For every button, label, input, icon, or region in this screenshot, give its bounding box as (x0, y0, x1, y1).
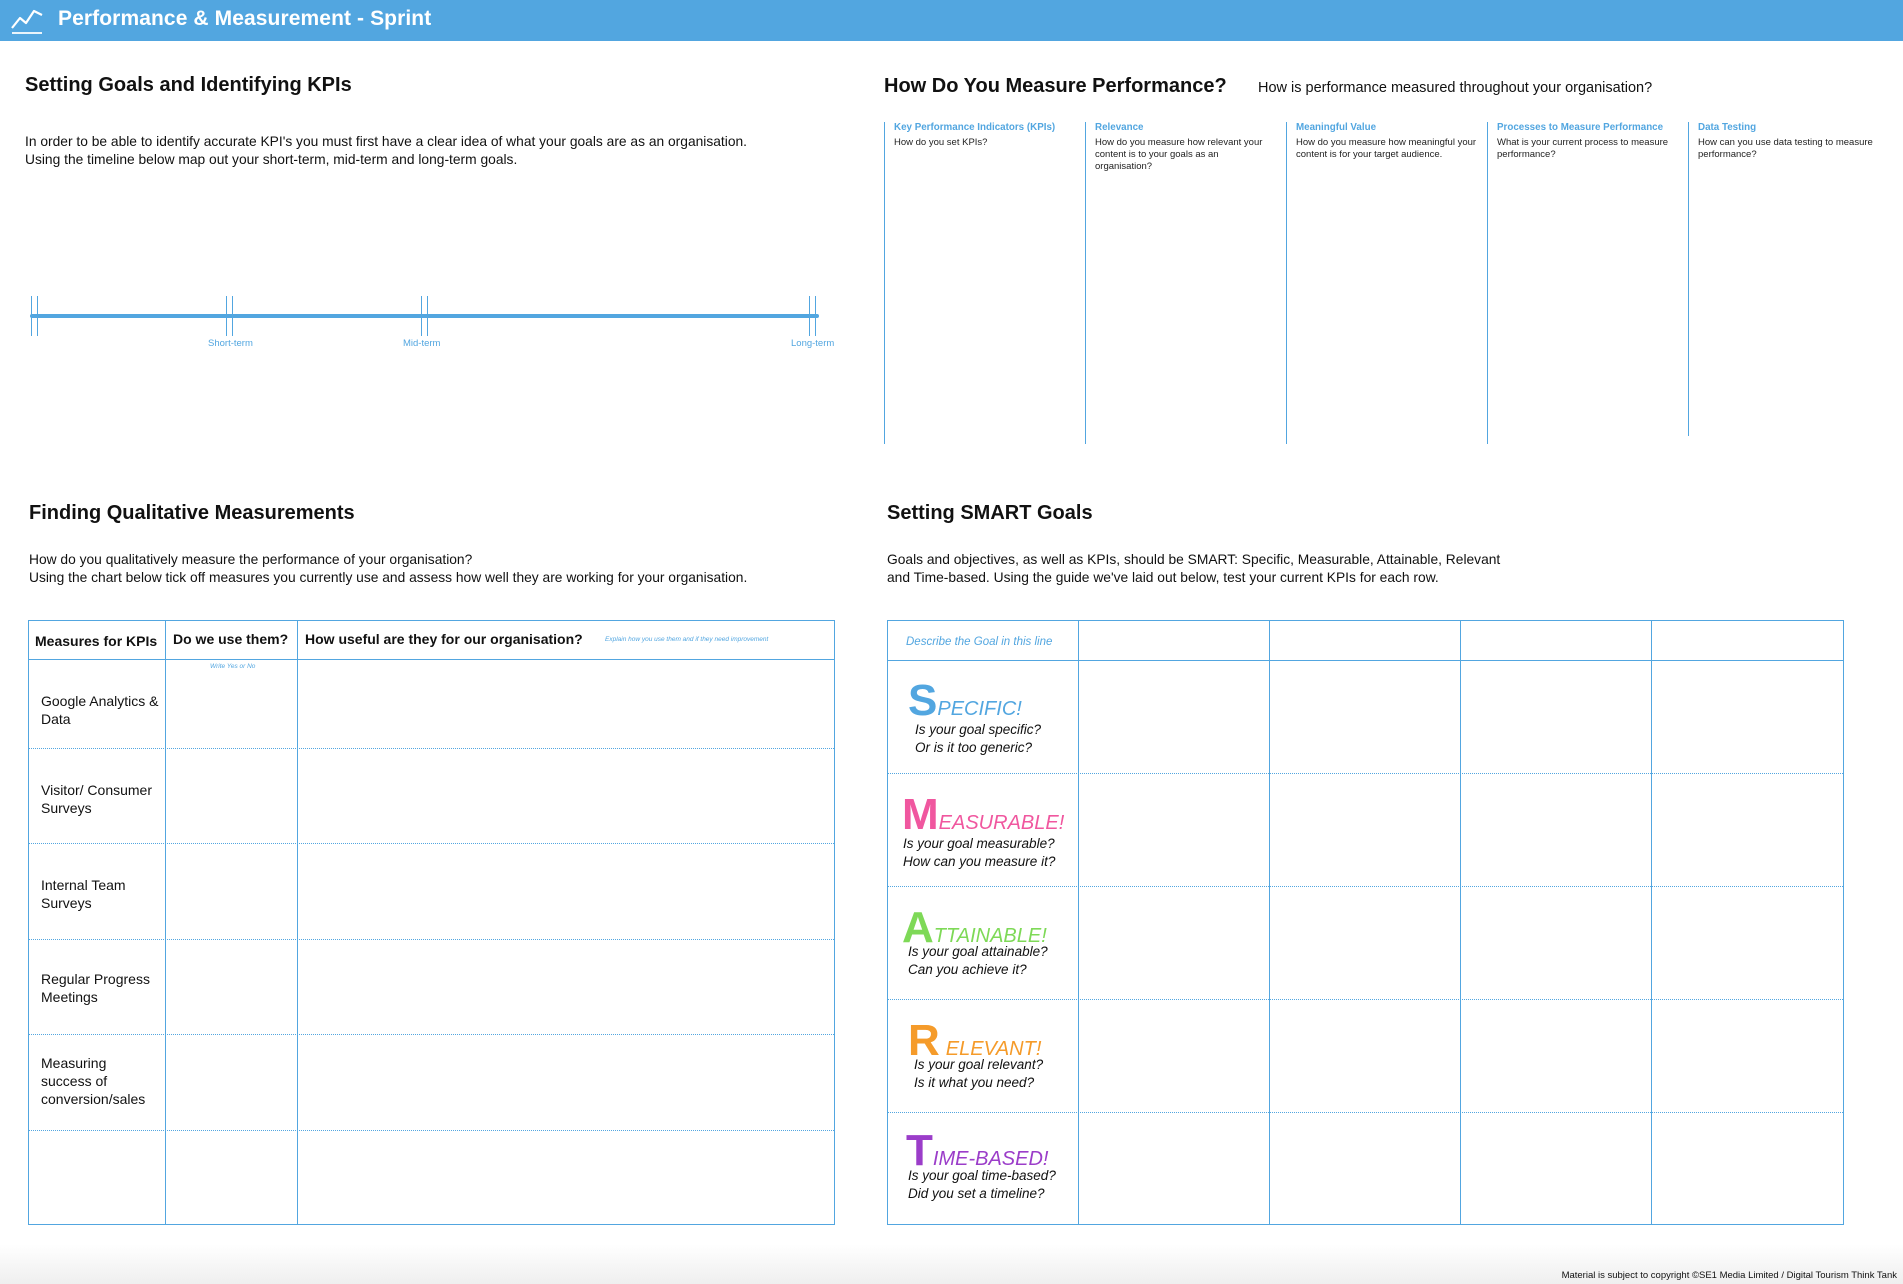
table-column-divider (1269, 621, 1270, 1224)
smart-attainable-question: Is your goal attainable? Can you achieve… (908, 943, 1048, 979)
qualitative-intro-line1: How do you qualitatively measure the per… (29, 552, 473, 567)
smart-specific-question: Is your goal specific? Or is it too gene… (915, 721, 1041, 757)
smart-question-line: Is it what you need? (914, 1075, 1035, 1090)
measure-column-caption: Meaningful Value (1296, 122, 1377, 133)
table-header-divider (888, 660, 1843, 661)
smart-question-line: Can you achieve it? (908, 962, 1027, 977)
smart-question-line: Is your goal attainable? (908, 944, 1048, 959)
table-header-measures: Measures for KPIs (35, 633, 158, 649)
smart-measurable-question: Is your goal measurable? How can you mea… (903, 835, 1055, 871)
table-row-divider (888, 886, 1843, 887)
measure-section-title: How Do You Measure Performance? (884, 75, 1227, 97)
smart-question-line: Did you set a timeline? (908, 1186, 1045, 1201)
timeline-tick (427, 296, 428, 336)
table-header-do-we-use: Do we use them? (173, 631, 289, 647)
smart-question-line: Is your goal measurable? (903, 836, 1055, 851)
smart-intro: Goals and objectives, as well as KPIs, s… (887, 551, 1500, 587)
measure-column-data-testing[interactable]: Data Testing How can you use data testin… (1688, 122, 1894, 436)
measure-column-caption: Relevance (1095, 122, 1144, 133)
header-bar: Performance & Measurement - Sprint (0, 0, 1903, 41)
measure-column-meaningful-value[interactable]: Meaningful Value How do you measure how … (1286, 122, 1487, 444)
measure-column-question: How do you measure how meaningful your c… (1296, 137, 1477, 160)
timeline-tick (421, 296, 422, 336)
measure-column-relevance[interactable]: Relevance How do you measure how relevan… (1085, 122, 1286, 444)
goals-intro: In order to be able to identify accurate… (25, 133, 747, 169)
table-column-divider (1651, 621, 1652, 1224)
timeline-tick (37, 296, 38, 336)
smart-section-title: Setting SMART Goals (887, 502, 1093, 524)
timeline-tick (809, 296, 810, 336)
measure-row-label: Regular Progress Meetings (41, 971, 150, 1005)
smart-intro-line1: Goals and objectives, as well as KPIs, s… (887, 552, 1501, 567)
table-column-divider (1460, 621, 1461, 1224)
timeline-label-long-term: Long-term (791, 338, 835, 349)
page-title: Performance & Measurement - Sprint (58, 7, 432, 30)
timeline-label-mid-term: Mid-term (403, 338, 441, 349)
smart-specific-heading: SPECIFIC! (908, 676, 1022, 726)
smart-goals-table: Describe the Goal in this line SPECIFIC!… (887, 620, 1844, 1225)
smart-question-line: Is your goal time-based? (908, 1168, 1056, 1183)
smart-word: PECIFIC! (937, 698, 1022, 720)
goals-section-title: Setting Goals and Identifying KPIs (25, 74, 352, 96)
measure-row-label: Measuring success of conversion/sales (41, 1055, 146, 1107)
usefulness-hint: Explain how you use them and if they nee… (605, 636, 769, 643)
table-header-divider (29, 659, 834, 660)
smart-measurable-heading: MEASURABLE! (902, 790, 1064, 840)
smart-word: EASURABLE! (938, 812, 1065, 834)
measure-row-label: Google Analytics & Data (41, 693, 159, 727)
goals-intro-line2: Using the timeline below map out your sh… (25, 152, 518, 167)
measure-row-label: Visitor/ Consumer Surveys (41, 782, 153, 816)
table-row-divider (888, 1112, 1843, 1113)
smart-letter: S (908, 676, 938, 725)
table-row-divider (29, 843, 834, 844)
goal-description-hint: Describe the Goal in this line (906, 636, 1053, 648)
timeline-label-short-term: Short-term (208, 338, 253, 349)
smart-question-line: Or is it too generic? (915, 740, 1033, 755)
measure-column-question: How do you measure how relevant your con… (1095, 137, 1263, 172)
copyright-notice: Material is subject to copyright ©SE1 Me… (1561, 1270, 1897, 1281)
measure-column-question: How can you use data testing to measure … (1698, 137, 1873, 160)
measure-column-processes[interactable]: Processes to Measure Performance What is… (1487, 122, 1688, 444)
table-row-divider (29, 1034, 834, 1035)
trend-line-icon (11, 9, 43, 34)
smart-relevant-question: Is your goal relevant? Is it what you ne… (914, 1056, 1043, 1092)
smart-question-line: Is your goal relevant? (914, 1057, 1044, 1072)
table-column-divider (1078, 621, 1079, 1224)
table-column-divider (297, 621, 298, 1224)
measure-column-question: What is your current process to measure … (1497, 137, 1669, 160)
table-column-divider (165, 621, 166, 1224)
timeline-tick (815, 296, 816, 336)
measure-column-caption: Key Performance Indicators (KPIs) (894, 122, 1056, 133)
table-row-divider (29, 939, 834, 940)
qualitative-intro-line2: Using the chart below tick off measures … (29, 570, 748, 585)
smart-time-based-question: Is your goal time-based? Did you set a t… (908, 1167, 1056, 1203)
table-row-divider (29, 748, 834, 749)
smart-question-line: How can you measure it? (903, 854, 1056, 869)
qualitative-section-title: Finding Qualitative Measurements (29, 502, 355, 524)
smart-letter: M (902, 790, 939, 839)
timeline-tick (31, 296, 32, 336)
smart-intro-line2: and Time-based. Using the guide we've la… (887, 570, 1439, 585)
table-row-divider (888, 773, 1843, 774)
table-row-divider (888, 999, 1843, 1000)
measure-column-caption: Data Testing (1698, 122, 1757, 133)
measure-column-question: How do you set KPIs? (894, 137, 988, 148)
table-header-usefulness: How useful are they for our organisation… (305, 631, 583, 647)
goals-intro-line1: In order to be able to identify accurate… (25, 134, 748, 149)
timeline-tick (226, 296, 227, 336)
timeline-line (30, 314, 819, 318)
use-hint: Write Yes or No (210, 663, 256, 670)
qualitative-measures-table: Measures for KPIs Do we use them? How us… (28, 620, 835, 1225)
measure-row-label: Internal Team Surveys (41, 877, 126, 911)
table-row-divider (29, 1130, 834, 1131)
measure-column-caption: Processes to Measure Performance (1497, 122, 1664, 133)
timeline-tick (232, 296, 233, 336)
measure-column-kpis[interactable]: Key Performance Indicators (KPIs) How do… (884, 122, 1085, 444)
measure-section-subtitle: How is performance measured throughout y… (1258, 80, 1653, 96)
smart-question-line: Is your goal specific? (915, 722, 1042, 737)
qualitative-intro: How do you qualitatively measure the per… (29, 551, 747, 587)
